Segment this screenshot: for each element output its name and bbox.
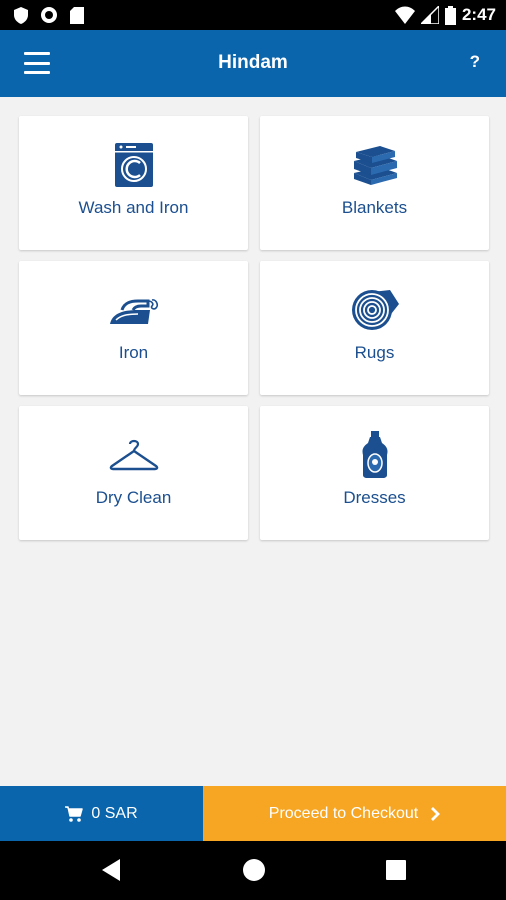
cart-total[interactable]: 0 SAR bbox=[0, 786, 203, 841]
sd-card-icon bbox=[70, 6, 84, 24]
washing-machine-icon bbox=[114, 140, 154, 190]
home-icon[interactable] bbox=[242, 858, 266, 882]
circle-record-icon bbox=[41, 7, 57, 23]
service-tile-dresses[interactable]: Dresses bbox=[260, 406, 489, 540]
service-label: Dresses bbox=[343, 488, 406, 507]
service-label: Wash and Iron bbox=[78, 198, 189, 217]
checkout-label: Proceed to Checkout bbox=[268, 804, 419, 822]
service-label: Dry Clean bbox=[95, 488, 172, 507]
recents-icon[interactable] bbox=[386, 860, 406, 880]
back-icon[interactable] bbox=[100, 858, 122, 882]
app-bar: Hindam ? bbox=[0, 30, 506, 97]
wifi-icon bbox=[394, 6, 415, 24]
status-left-icons bbox=[14, 6, 84, 24]
service-tile-blankets[interactable]: Blankets bbox=[260, 116, 489, 250]
signal-icon bbox=[420, 6, 439, 24]
iron-icon bbox=[108, 285, 160, 335]
service-tile-rugs[interactable]: Rugs bbox=[260, 261, 489, 395]
service-label: Iron bbox=[118, 343, 149, 362]
help-button[interactable]: ? bbox=[470, 52, 480, 72]
service-tile-wash-and-iron[interactable]: Wash and Iron bbox=[19, 116, 248, 250]
service-grid: Wash and Iron Blankets Iron Rugs Dry Cle… bbox=[19, 116, 489, 540]
cart-amount: 0 SAR bbox=[91, 804, 138, 822]
status-time: 2:47 bbox=[461, 5, 496, 24]
app-title: Hindam bbox=[218, 52, 288, 73]
chevron-right-icon bbox=[431, 806, 441, 821]
cart-icon bbox=[65, 805, 84, 822]
status-bar: 2:47 bbox=[0, 0, 506, 30]
rug-roll-icon bbox=[350, 285, 400, 335]
hanger-icon bbox=[109, 430, 159, 480]
detergent-bottle-icon bbox=[360, 430, 390, 480]
checkout-button[interactable]: Proceed to Checkout bbox=[203, 786, 506, 841]
battery-icon bbox=[444, 5, 456, 25]
blankets-icon bbox=[350, 140, 400, 190]
service-tile-dry-clean[interactable]: Dry Clean bbox=[19, 406, 248, 540]
status-right-icons: 2:47 bbox=[394, 4, 496, 26]
shield-icon bbox=[14, 6, 28, 24]
service-label: Blankets bbox=[341, 198, 408, 217]
service-tile-iron[interactable]: Iron bbox=[19, 261, 248, 395]
service-label: Rugs bbox=[354, 343, 395, 362]
system-nav-bar bbox=[0, 841, 506, 900]
